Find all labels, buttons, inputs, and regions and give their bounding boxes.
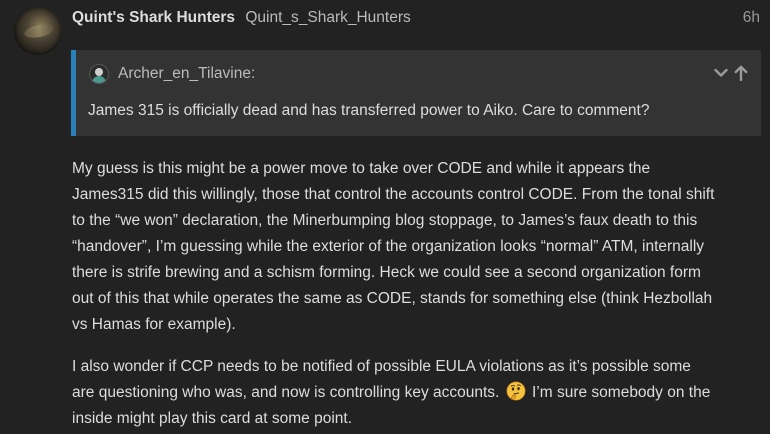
paragraph-1-line: there is strife brewing and a schism for…	[72, 264, 701, 281]
paragraph-1-line: “handover”, I’m guessing while the exter…	[72, 238, 705, 255]
arrow-up-icon[interactable]	[733, 64, 749, 82]
chevron-down-icon[interactable]	[713, 64, 729, 82]
author-username[interactable]: Quint_s_Shark_Hunters	[245, 9, 410, 26]
paragraph-2: I also wonder if CCP needs to be notifie…	[72, 354, 762, 432]
paragraph-2-text: are questioning who was, and now is cont…	[72, 384, 500, 401]
post-date[interactable]: 6h	[743, 9, 760, 27]
forum-post: Quint's Shark Hunters Quint_s_Shark_Hunt…	[0, 0, 770, 434]
thinking-face-icon	[506, 381, 526, 401]
paragraph-2-line: inside might play this card at some poin…	[72, 410, 352, 427]
paragraph-1-line: out of this that while operates the same…	[72, 290, 713, 307]
paragraph-1: My guess is this might be a power move t…	[72, 156, 762, 338]
paragraph-1-line: My guess is this might be a power move t…	[72, 160, 651, 177]
post-body: My guess is this might be a power move t…	[72, 156, 762, 432]
paragraph-2-text: I’m sure somebody on the	[531, 384, 711, 401]
author-avatar[interactable]	[14, 7, 62, 55]
quote-username[interactable]: Archer_en_Tilavine:	[118, 65, 255, 83]
post-meta: Quint's Shark Hunters Quint_s_Shark_Hunt…	[72, 9, 760, 31]
quote-block: Archer_en_Tilavine: James 315 is officia…	[71, 50, 761, 136]
quote-controls	[713, 64, 749, 82]
paragraph-1-line: to the “we won” declaration, the Minerbu…	[72, 212, 698, 229]
paragraph-2-line: are questioning who was, and now is cont…	[72, 380, 762, 406]
author-name[interactable]: Quint's Shark Hunters	[72, 9, 235, 26]
paragraph-2-line: I also wonder if CCP needs to be notifie…	[72, 358, 691, 375]
paragraph-1-line: James315 did this willingly, those that …	[72, 186, 715, 203]
quote-avatar	[89, 64, 109, 84]
paragraph-1-line: vs Hamas for example).	[72, 316, 236, 333]
quote-text: James 315 is officially dead and has tra…	[88, 102, 650, 119]
